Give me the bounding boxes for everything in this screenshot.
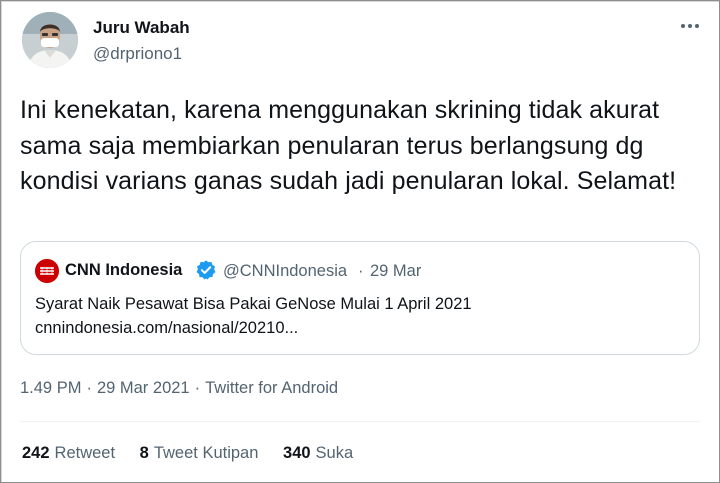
separator-dot: · [358, 262, 364, 280]
verified-badge-icon [195, 259, 217, 281]
avatar-image [22, 12, 78, 68]
dot [688, 24, 692, 28]
separator-dot: · [194, 379, 201, 397]
tweet-card: Juru Wabah @drpriono1 Ini kenekatan, kar… [0, 0, 720, 483]
dot [681, 24, 685, 28]
author-avatar[interactable] [22, 12, 78, 68]
likes-count: 340 [283, 444, 311, 462]
quoted-tweet-link[interactable]: cnnindonesia.com/nasional/20210... [35, 316, 298, 340]
retweets-count: 242 [22, 444, 50, 462]
retweets-label: Retweet [54, 444, 116, 462]
quoted-author-name: CNN Indonesia [65, 261, 183, 279]
tweet-text: Ini kenekatan, karena menggunakan skrini… [20, 96, 677, 195]
retweets-stat[interactable]: 242 Retweet [22, 444, 115, 463]
more-horizontal-icon[interactable] [679, 15, 701, 37]
quoted-tweet-date: 29 Mar [370, 262, 422, 280]
quotes-stat[interactable]: 8 Tweet Kutipan [140, 444, 259, 463]
quotes-label: Tweet Kutipan [153, 444, 259, 462]
tweet-source[interactable]: Twitter for Android [205, 379, 338, 397]
quoted-tweet[interactable]: CNN Indonesia @CNNIndonesia · 29 Mar Sya… [20, 241, 700, 355]
quotes-count: 8 [139, 444, 149, 462]
likes-label: Suka [315, 444, 354, 462]
cnn-logo-icon [35, 259, 59, 283]
separator-dot: · [86, 379, 92, 397]
author-handle[interactable]: @drpriono1 [93, 44, 182, 64]
tweet-meta: 1.49 PM · 29 Mar 2021 · Twitter for Android [20, 379, 338, 398]
cnn-logo-image [35, 259, 59, 283]
tweet-time[interactable]: 1.49 PM [20, 379, 81, 397]
quoted-author-handle: @CNNIndonesia [223, 262, 348, 280]
tweet-date[interactable]: 29 Mar 2021 [97, 379, 190, 397]
author-name[interactable]: Juru Wabah [93, 18, 190, 38]
divider [20, 421, 700, 422]
likes-stat[interactable]: 340 Suka [283, 444, 353, 463]
dot [695, 24, 699, 28]
tweet-stats: 242 Retweet 8 Tweet Kutipan 340 Suka [22, 444, 373, 463]
quoted-tweet-text: Syarat Naik Pesawat Bisa Pakai GeNose Mu… [35, 295, 472, 313]
